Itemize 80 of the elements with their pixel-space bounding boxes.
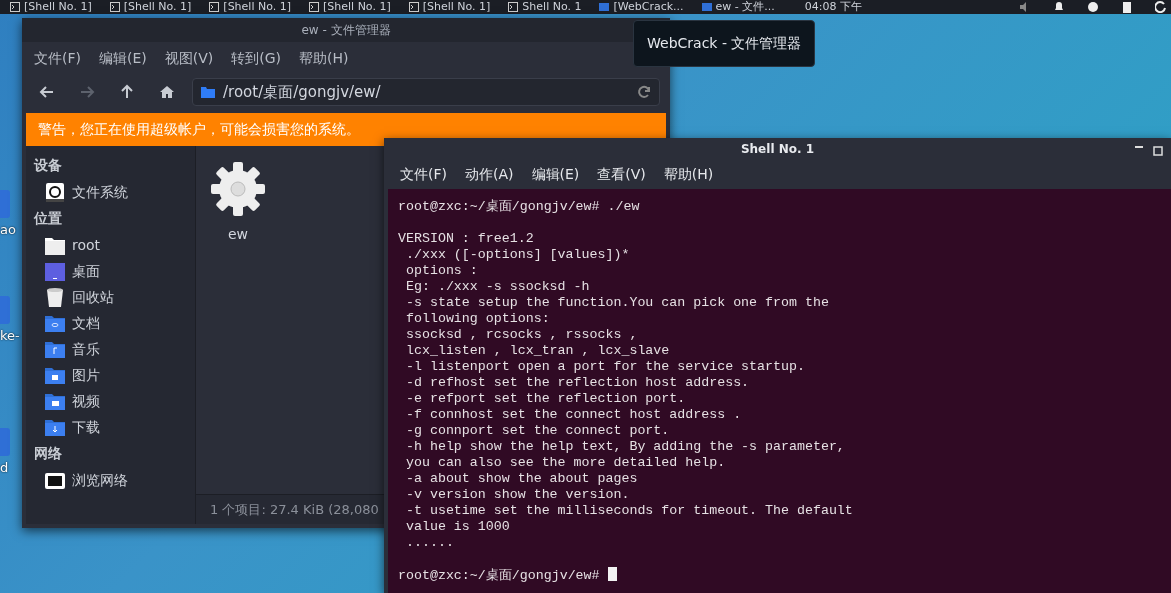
gear-icon bbox=[209, 160, 267, 218]
terminal-line: root@zxc:~/桌面/gongjv/ew# ./ew bbox=[398, 199, 641, 215]
arrow-up-icon bbox=[119, 84, 135, 100]
taskbar-task[interactable]: [Shell No. 1] bbox=[402, 0, 497, 14]
taskbar-task[interactable]: [Shell No. 1] bbox=[103, 0, 198, 14]
refresh-icon bbox=[637, 85, 651, 99]
sidebar-item[interactable]: 音乐 bbox=[26, 336, 195, 362]
terminal-line: VERSION : free1.2 bbox=[398, 231, 535, 247]
sidebar-heading: 设备 bbox=[32, 156, 63, 175]
terminal-icon bbox=[10, 2, 20, 12]
terminal-icon bbox=[508, 2, 519, 12]
terminal-line: -a about show the about pages bbox=[404, 471, 639, 487]
window-title: Shell No. 1 bbox=[740, 141, 815, 158]
drive-icon bbox=[44, 181, 66, 203]
taskbar-task[interactable]: Shell No. 1 bbox=[502, 0, 588, 14]
folder-icon bbox=[599, 2, 610, 12]
terminal-line: ./xxx ([-options] [values])* bbox=[404, 247, 631, 263]
file-item[interactable]: ew bbox=[210, 160, 266, 480]
menu-item[interactable]: 查看(V) bbox=[597, 164, 646, 185]
taskbar-task[interactable]: [Shell No. 1] bbox=[203, 0, 297, 14]
desktop-icon-label: ao bbox=[0, 221, 16, 239]
terminal-line: ...... bbox=[404, 535, 455, 551]
sidebar-item[interactable]: 回收站 bbox=[26, 284, 195, 310]
taskbar-task[interactable]: [Shell No. 1] bbox=[4, 0, 98, 14]
sidebar-item[interactable]: 浏览网络 bbox=[26, 467, 195, 493]
terminal-icon bbox=[309, 2, 319, 12]
terminal-prompt: root@zxc:~/桌面/gongjv/ew# bbox=[398, 568, 600, 583]
sidebar-item[interactable]: 下载 bbox=[26, 414, 195, 440]
trash-icon bbox=[44, 286, 66, 308]
terminal-line: following options: bbox=[404, 311, 551, 327]
sidebar-heading: 位置 bbox=[33, 209, 63, 228]
menu-item[interactable]: 动作(A) bbox=[465, 164, 514, 185]
taskbar-task[interactable]: [WebCrack... bbox=[593, 0, 690, 14]
terminal-line: -f connhost set the connect host address . bbox=[404, 407, 743, 423]
window-title: ew - 文件管理器 bbox=[301, 22, 391, 39]
terminal-line: -s state setup the function.You can pick one from the bbox=[404, 295, 830, 311]
terminal-line: options : bbox=[404, 263, 479, 279]
terminal-line: -l listenport open a port for the service startup. bbox=[404, 359, 806, 375]
folder-icon bbox=[201, 86, 215, 98]
menu-item[interactable]: 帮助(H) bbox=[663, 164, 714, 185]
sidebar-heading: 网络 bbox=[33, 444, 63, 463]
terminal-line: -g connport set the connect port. bbox=[404, 423, 671, 439]
taskbar-task[interactable]: ew - 文件... bbox=[695, 0, 781, 14]
terminal-line: you can also see the more detailed help. bbox=[404, 455, 727, 471]
tooltip: WebCrack - 文件管理器 bbox=[633, 20, 816, 67]
maximize-icon bbox=[1153, 146, 1163, 156]
bell-icon bbox=[1053, 1, 1065, 13]
menu-item[interactable]: 编辑(E) bbox=[99, 48, 147, 69]
terminal-line: ssocksd , rcsocks , rssocks , bbox=[404, 327, 639, 343]
refresh-icon bbox=[1155, 1, 1167, 13]
sidebar-item[interactable]: 桌面 bbox=[26, 258, 195, 284]
menu-item[interactable]: 文件(F) bbox=[34, 48, 81, 69]
taskbar-task[interactable]: [Shell No. 1] bbox=[303, 0, 397, 14]
arrow-left-icon bbox=[39, 84, 55, 100]
sidebar-item[interactable]: 文件系统 bbox=[26, 179, 195, 205]
terminal-line: Eg: ./xxx -s ssocksd -h bbox=[404, 279, 591, 295]
terminal-icon bbox=[408, 2, 419, 12]
menu-item[interactable]: 文件(F) bbox=[400, 164, 447, 185]
terminal-line: -h help show the help text, By adding the -s parameter, bbox=[404, 439, 846, 455]
sidebar-item[interactable]: 图片 bbox=[26, 362, 195, 388]
terminal-icon bbox=[109, 2, 120, 12]
sidebar-item[interactable]: 文档 bbox=[26, 310, 195, 336]
folder-icon bbox=[701, 2, 712, 12]
minimize-icon bbox=[1135, 146, 1143, 148]
location-field[interactable]: /root/桌面/gongjv/ew/ bbox=[192, 78, 660, 106]
menu-item[interactable]: 转到(G) bbox=[231, 48, 282, 69]
sidebar-item[interactable]: root bbox=[26, 232, 195, 258]
terminal-line: -e refport set the reflection port. bbox=[404, 391, 687, 407]
sidebar-item[interactable]: 视频 bbox=[26, 388, 195, 414]
terminal-line: -d refhost set the reflection host address. bbox=[404, 375, 751, 391]
clock: 04:08 下午 bbox=[804, 0, 862, 15]
desktop-icon-label: d bbox=[0, 459, 9, 477]
arrow-right-icon bbox=[79, 84, 95, 100]
desktop-icon-label: ke- bbox=[0, 327, 20, 345]
menu-item[interactable]: 帮助(H) bbox=[299, 48, 349, 69]
terminal-icon bbox=[209, 2, 220, 12]
home-icon bbox=[159, 84, 175, 100]
menu-item[interactable]: 视图(V) bbox=[164, 48, 214, 69]
terminal-line: lcx_listen , lcx_tran , lcx_slave bbox=[404, 343, 671, 359]
menu-item[interactable]: 编辑(E) bbox=[531, 164, 580, 185]
